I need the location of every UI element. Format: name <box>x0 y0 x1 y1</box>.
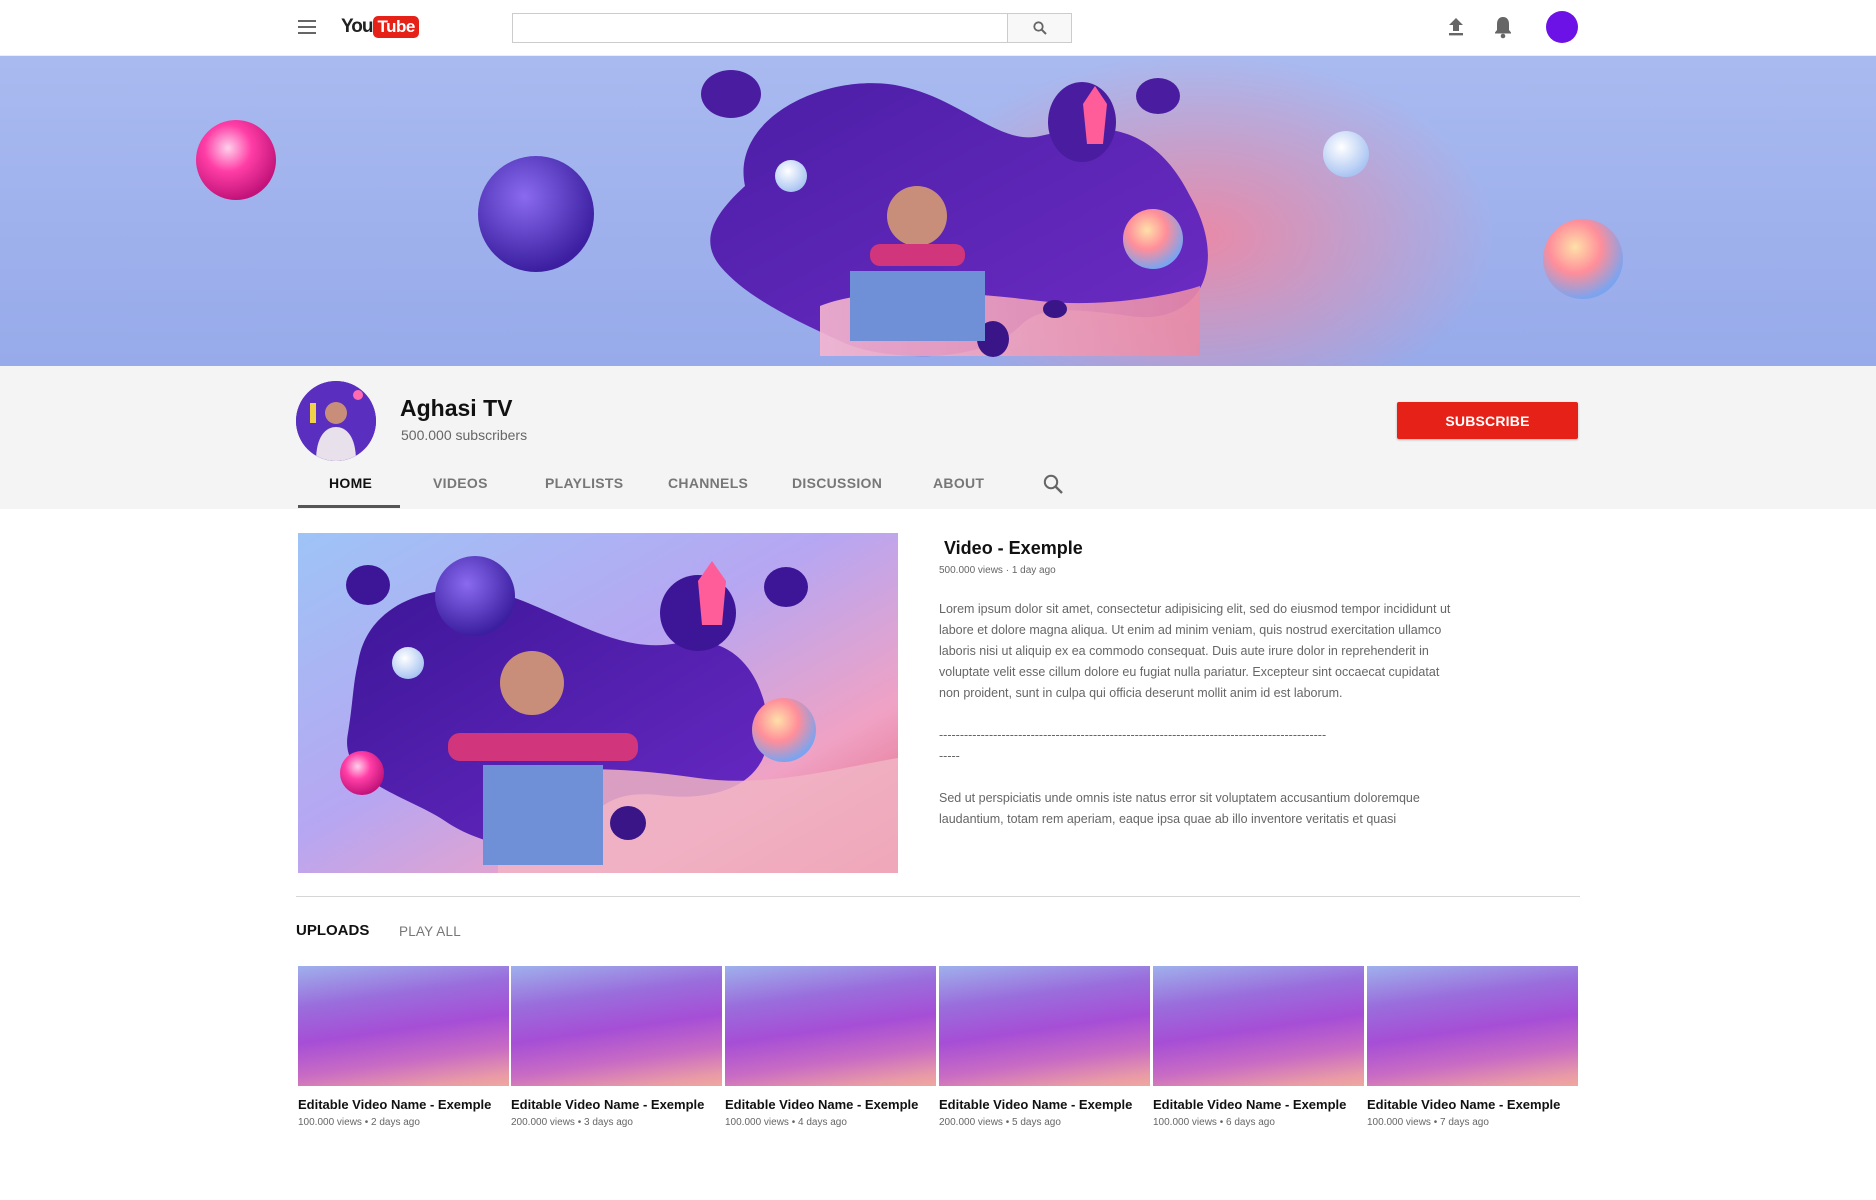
logo-you-text: You <box>341 16 374 37</box>
channel-search-icon[interactable] <box>1042 473 1064 495</box>
hamburger-menu-icon[interactable] <box>298 20 316 34</box>
video-title[interactable]: Editable Video Name - Exemple <box>939 1097 1150 1112</box>
video-card[interactable]: Editable Video Name - Exemple 100.000 vi… <box>1367 966 1578 1128</box>
channel-avatar[interactable] <box>296 381 376 461</box>
video-thumbnail[interactable] <box>511 966 722 1086</box>
upload-icon[interactable] <box>1446 16 1466 38</box>
tab-discussion[interactable]: DISCUSSION <box>792 475 882 491</box>
subscribe-button[interactable]: SUBSCRIBE <box>1397 402 1578 439</box>
video-meta: 100.000 views • 4 days ago <box>725 1117 847 1128</box>
video-thumbnail[interactable] <box>939 966 1150 1086</box>
video-meta: 200.000 views • 3 days ago <box>511 1117 633 1128</box>
video-card[interactable]: Editable Video Name - Exemple 100.000 vi… <box>1153 966 1364 1128</box>
tab-playlists[interactable]: PLAYLISTS <box>545 475 623 491</box>
uploads-heading: UPLOADS <box>296 922 370 939</box>
channel-name: Aghasi TV <box>400 395 513 421</box>
video-thumbnail[interactable] <box>1153 966 1364 1086</box>
featured-video-thumbnail[interactable] <box>298 533 898 873</box>
video-thumbnail[interactable] <box>725 966 936 1086</box>
active-tab-indicator <box>298 505 400 508</box>
search-input[interactable] <box>512 13 1008 43</box>
channel-avatar-image <box>296 381 376 461</box>
featured-video-artwork <box>298 533 898 873</box>
section-divider <box>296 896 1580 897</box>
video-meta: 100.000 views • 6 days ago <box>1153 1117 1275 1128</box>
tab-home[interactable]: HOME <box>329 475 372 491</box>
notifications-bell-icon[interactable] <box>1492 15 1514 39</box>
video-meta: 200.000 views • 5 days ago <box>939 1117 1061 1128</box>
tab-about[interactable]: ABOUT <box>933 475 984 491</box>
video-title[interactable]: Editable Video Name - Exemple <box>725 1097 936 1112</box>
play-all-button[interactable]: PLAY ALL <box>399 924 461 939</box>
video-thumbnail[interactable] <box>298 966 509 1086</box>
video-card[interactable]: Editable Video Name - Exemple 100.000 vi… <box>298 966 509 1128</box>
video-meta: 100.000 views • 7 days ago <box>1367 1117 1489 1128</box>
logo-tube-text: Tube <box>373 16 419 38</box>
account-avatar[interactable] <box>1546 11 1578 43</box>
video-title[interactable]: Editable Video Name - Exemple <box>298 1097 509 1112</box>
video-meta: 100.000 views • 2 days ago <box>298 1117 420 1128</box>
video-title[interactable]: Editable Video Name - Exemple <box>1367 1097 1578 1112</box>
search-icon <box>1032 21 1047 35</box>
subscriber-count: 500.000 subscribers <box>401 427 528 443</box>
video-card[interactable]: Editable Video Name - Exemple 200.000 vi… <box>511 966 722 1128</box>
featured-video-title[interactable]: Video - Exemple <box>944 538 1083 559</box>
top-bar: You Tube <box>0 0 1876 56</box>
tab-channels[interactable]: CHANNELS <box>668 475 748 491</box>
tab-videos[interactable]: VIDEOS <box>433 475 488 491</box>
video-card[interactable]: Editable Video Name - Exemple 100.000 vi… <box>725 966 936 1128</box>
channel-banner <box>0 56 1876 366</box>
video-thumbnail[interactable] <box>1367 966 1578 1086</box>
video-title[interactable]: Editable Video Name - Exemple <box>1153 1097 1364 1112</box>
featured-video-description: Lorem ipsum dolor sit amet, consectetur … <box>939 602 1451 826</box>
video-card[interactable]: Editable Video Name - Exemple 200.000 vi… <box>939 966 1150 1128</box>
youtube-logo[interactable]: You Tube <box>341 15 419 39</box>
banner-artwork <box>196 70 1623 357</box>
featured-video-meta: 500.000 views · 1 day ago <box>939 565 1056 576</box>
video-title[interactable]: Editable Video Name - Exemple <box>511 1097 722 1112</box>
search-button[interactable] <box>1007 13 1072 43</box>
